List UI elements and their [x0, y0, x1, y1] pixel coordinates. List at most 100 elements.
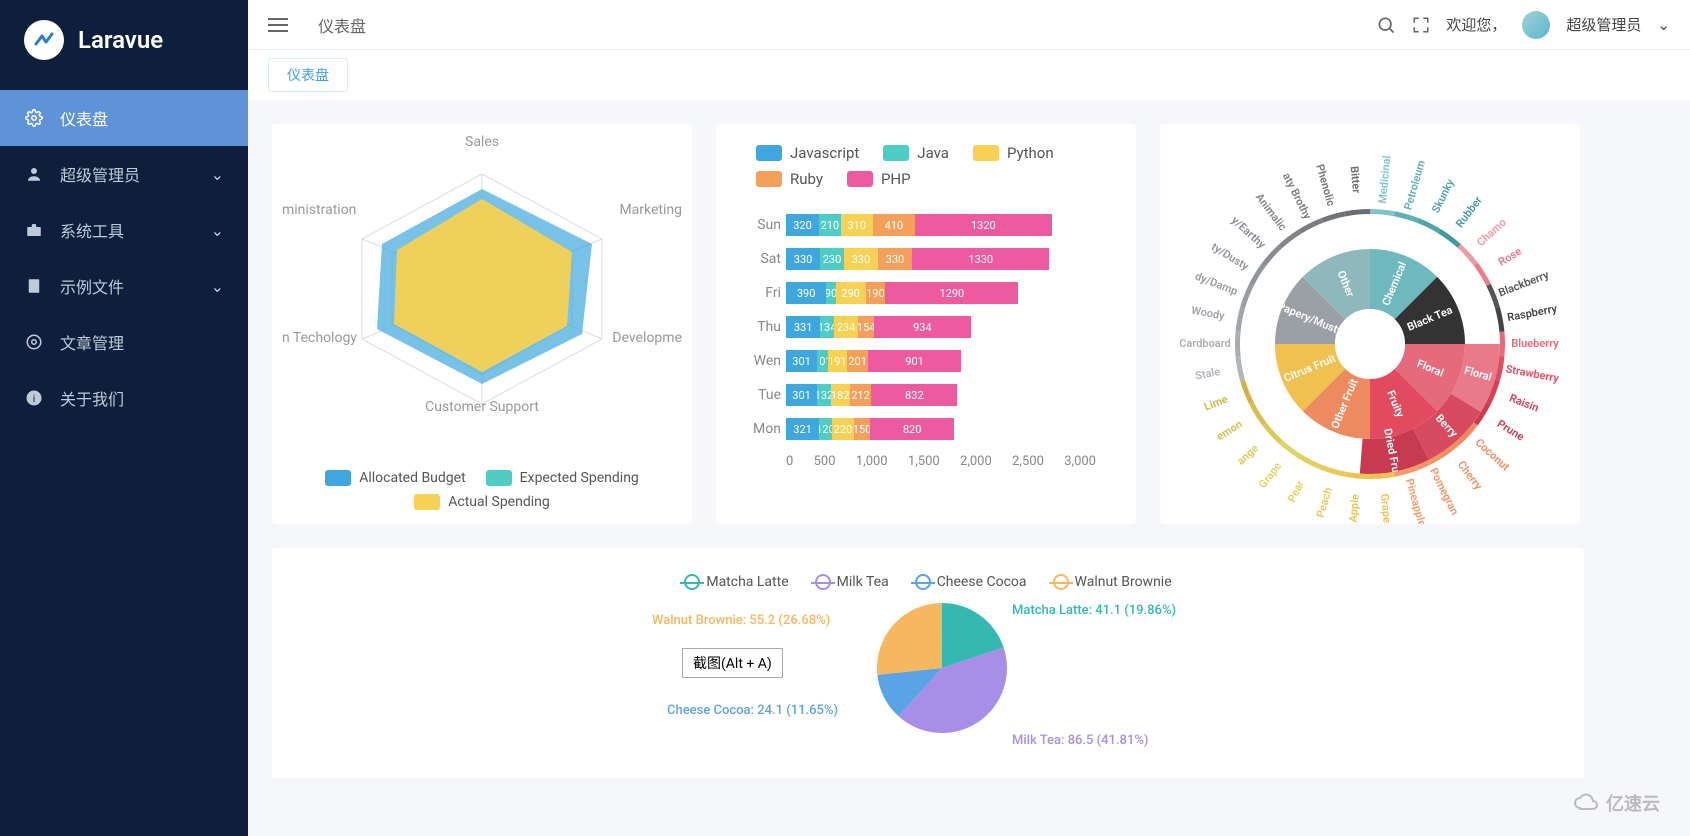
- sidebar-item-about[interactable]: i 关于我们: [0, 370, 248, 426]
- svg-text:Cardboard: Cardboard: [1179, 337, 1231, 350]
- bar-legend: Javascript Java Python Ruby PHP: [726, 144, 1126, 198]
- breadcrumb: 仪表盘: [318, 13, 366, 37]
- gear-icon: [24, 108, 44, 128]
- content: Sales Marketing Developme Customer Suppo…: [248, 100, 1690, 802]
- radar-chart: [282, 144, 682, 424]
- svg-text:Grape: Grape: [1378, 493, 1394, 523]
- svg-text:Grape: Grape: [1256, 460, 1284, 491]
- sunburst-chart: ChemicalBlack TeaFloralFruityOther Fruit…: [1170, 144, 1570, 524]
- sidebar-item-label: 关于我们: [60, 386, 124, 410]
- chevron-down-icon[interactable]: ⌄: [1657, 16, 1670, 34]
- svg-text:Pear: Pear: [1285, 478, 1307, 504]
- svg-text:dy/Damp: dy/Damp: [1193, 270, 1239, 298]
- legend-item[interactable]: Expected Spending: [486, 470, 639, 486]
- svg-text:aty Brothy: aty Brothy: [1280, 171, 1314, 222]
- tab-dashboard[interactable]: 仪表盘: [268, 58, 348, 92]
- pie-slice-label: Cheese Cocoa: 24.1 (11.65%): [667, 703, 838, 718]
- svg-text:Cherry: Cherry: [1455, 458, 1485, 492]
- welcome-text: 欢迎您，: [1446, 14, 1506, 35]
- svg-text:Peach: Peach: [1314, 486, 1335, 519]
- svg-text:Stale: Stale: [1194, 365, 1221, 382]
- svg-text:Medicinal: Medicinal: [1376, 155, 1393, 204]
- pie-slice-label: Walnut Brownie: 55.2 (26.68%): [652, 613, 830, 628]
- legend-item[interactable]: Ruby: [756, 170, 823, 188]
- svg-text:y/Earthy: y/Earthy: [1229, 214, 1269, 252]
- chevron-down-icon: ⌄: [211, 277, 224, 296]
- bar-chart-card: Javascript Java Python Ruby PHP Sun32021…: [716, 124, 1136, 524]
- svg-text:emon: emon: [1214, 418, 1245, 444]
- chevron-down-icon: ⌄: [211, 221, 224, 240]
- legend-item[interactable]: Actual Spending: [414, 494, 549, 510]
- legend-item[interactable]: Allocated Budget: [325, 470, 465, 486]
- legend-item[interactable]: Milk Tea: [815, 574, 889, 590]
- cog-icon: [24, 332, 44, 352]
- svg-text:Prune: Prune: [1495, 417, 1527, 443]
- svg-text:Blueberry: Blueberry: [1511, 337, 1559, 350]
- sidebar-item-tools[interactable]: 系统工具 ⌄: [0, 202, 248, 258]
- watermark: 亿速云: [1572, 790, 1660, 816]
- sidebar-item-dashboard[interactable]: 仪表盘: [0, 90, 248, 146]
- pie-slice-label: Milk Tea: 86.5 (41.81%): [1012, 733, 1148, 748]
- radar-chart-card: Sales Marketing Developme Customer Suppo…: [272, 124, 692, 524]
- svg-text:Phenolic: Phenolic: [1313, 163, 1337, 208]
- sidebar-item-label: 系统工具: [60, 218, 124, 242]
- svg-text:Rubber: Rubber: [1453, 194, 1485, 230]
- legend-item[interactable]: Cheese Cocoa: [915, 574, 1027, 590]
- sunburst-chart-card: ChemicalBlack TeaFloralFruityOther Fruit…: [1160, 124, 1580, 524]
- sidebar: Laravue 仪表盘 超级管理员 ⌄ 系统工具 ⌄ 示例文件 ⌄ 文章管理 i…: [0, 0, 248, 836]
- search-icon[interactable]: [1376, 15, 1396, 35]
- svg-text:Strawberry: Strawberry: [1505, 362, 1561, 385]
- svg-text:Skunky: Skunky: [1429, 177, 1457, 216]
- svg-text:ange: ange: [1234, 442, 1261, 468]
- svg-text:ty/Dusty: ty/Dusty: [1209, 240, 1252, 273]
- document-icon: [24, 276, 44, 296]
- svg-text:Chamo: Chamo: [1474, 216, 1509, 249]
- tabs-bar: 仪表盘: [248, 50, 1690, 100]
- radar-legend: Allocated Budget Expected Spending Actua…: [302, 470, 662, 510]
- pie-slice-label: Matcha Latte: 41.1 (19.86%): [1012, 603, 1176, 618]
- svg-text:Petroleum: Petroleum: [1401, 159, 1427, 212]
- sidebar-item-label: 文章管理: [60, 330, 124, 354]
- brand-name: Laravue: [78, 26, 163, 54]
- sidebar-item-label: 仪表盘: [60, 106, 108, 130]
- pie-chart: [872, 598, 1012, 738]
- sidebar-item-label: 示例文件: [60, 274, 124, 298]
- svg-text:Animalic: Animalic: [1253, 191, 1290, 233]
- bar-chart: Sun3202103104101320Sat3302303303301330Fr…: [726, 198, 1126, 469]
- main-area: 仪表盘 欢迎您， 超级管理员 ⌄ 仪表盘 Sales Marketing Dev…: [248, 0, 1690, 836]
- chevron-down-icon: ⌄: [211, 165, 224, 184]
- screenshot-tooltip: 截图(Alt + A): [682, 648, 783, 678]
- legend-item[interactable]: PHP: [847, 170, 911, 188]
- svg-text:Pineapple: Pineapple: [1403, 477, 1429, 524]
- legend-item[interactable]: Javascript: [756, 144, 859, 162]
- pie-chart-card: Matcha Latte Milk Tea Cheese Cocoa Walnu…: [272, 548, 1584, 778]
- sidebar-item-admin[interactable]: 超级管理员 ⌄: [0, 146, 248, 202]
- legend-item[interactable]: Walnut Brownie: [1053, 574, 1172, 590]
- svg-text:Bitter: Bitter: [1348, 166, 1363, 194]
- svg-text:Lime: Lime: [1202, 393, 1229, 414]
- legend-item[interactable]: Matcha Latte: [684, 574, 788, 590]
- brand-logo[interactable]: Laravue: [0, 0, 248, 80]
- sidebar-item-examples[interactable]: 示例文件 ⌄: [0, 258, 248, 314]
- logo-icon: [24, 20, 64, 60]
- pie-legend: Matcha Latte Milk Tea Cheese Cocoa Walnu…: [282, 568, 1574, 590]
- hamburger-icon[interactable]: [268, 17, 288, 33]
- svg-text:Coconut: Coconut: [1473, 436, 1513, 474]
- user-icon: [24, 164, 44, 184]
- svg-text:Raisin: Raisin: [1508, 391, 1541, 414]
- sidebar-item-label: 超级管理员: [60, 162, 140, 186]
- svg-text:Raspberry: Raspberry: [1506, 302, 1558, 324]
- info-icon: i: [24, 388, 44, 408]
- svg-text:Rose: Rose: [1496, 245, 1524, 269]
- legend-item[interactable]: Java: [883, 144, 949, 162]
- svg-text:i: i: [33, 392, 36, 405]
- topbar: 仪表盘 欢迎您， 超级管理员 ⌄: [248, 0, 1690, 50]
- sidebar-menu: 仪表盘 超级管理员 ⌄ 系统工具 ⌄ 示例文件 ⌄ 文章管理 i 关于我们: [0, 90, 248, 426]
- legend-item[interactable]: Python: [973, 144, 1054, 162]
- briefcase-icon: [24, 220, 44, 240]
- svg-text:Woody: Woody: [1190, 304, 1226, 323]
- fullscreen-icon[interactable]: [1412, 16, 1430, 34]
- sidebar-item-articles[interactable]: 文章管理: [0, 314, 248, 370]
- avatar[interactable]: [1522, 11, 1550, 39]
- user-name[interactable]: 超级管理员: [1566, 14, 1641, 35]
